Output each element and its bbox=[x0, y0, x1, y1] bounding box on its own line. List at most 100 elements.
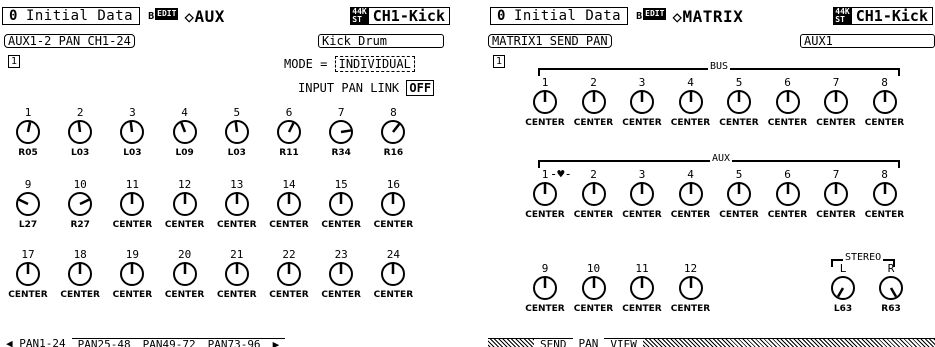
knob-value: CENTER bbox=[670, 304, 711, 314]
pan-knob[interactable]: 6 R11 bbox=[266, 106, 312, 159]
knob-number: 12 bbox=[177, 178, 192, 191]
pan-knob[interactable]: 3 CENTER bbox=[619, 168, 665, 221]
pan-knob[interactable]: R R63 bbox=[868, 262, 914, 315]
flag-b: B bbox=[148, 10, 155, 22]
pan-knob[interactable]: 2 L03 bbox=[57, 106, 103, 159]
pan-knob[interactable]: 18 CENTER bbox=[57, 248, 103, 301]
knob-dial-icon bbox=[879, 276, 903, 300]
knob-number: 18 bbox=[73, 248, 87, 261]
pan-knob[interactable]: 4 L09 bbox=[162, 106, 208, 159]
knob-value: CENTER bbox=[816, 210, 856, 220]
knob-pointer bbox=[234, 121, 239, 133]
pan-knob[interactable]: 5 L03 bbox=[214, 106, 260, 159]
pan-knob[interactable]: 2 CENTER bbox=[571, 76, 617, 129]
knob-pointer bbox=[129, 121, 134, 133]
mode-select[interactable]: INDIVIDUAL bbox=[334, 56, 415, 72]
pan-knob[interactable]: 3 L03 bbox=[109, 106, 155, 159]
pan-knob[interactable]: 12 CENTER bbox=[668, 262, 714, 315]
knob-number: 6 bbox=[285, 106, 293, 119]
knob-value: CENTER bbox=[622, 118, 662, 128]
knob-number: 15 bbox=[334, 178, 348, 191]
pan-knob[interactable]: 9 L27 bbox=[5, 178, 51, 231]
pan-knob[interactable]: 12 CENTER bbox=[162, 178, 208, 231]
pan-knob[interactable]: 10 R27 bbox=[57, 178, 103, 231]
tab-filler-left bbox=[488, 338, 534, 347]
knob-value: R11 bbox=[279, 148, 299, 158]
knob-dial-icon bbox=[172, 120, 197, 144]
knob-dial-icon bbox=[727, 90, 751, 114]
edit-flags: B EDIT bbox=[148, 7, 179, 25]
tab-pan1-24[interactable]: ◀ PAN1-24 bbox=[0, 338, 72, 347]
pan-knob[interactable]: 17 CENTER bbox=[5, 248, 51, 301]
pan-knob[interactable]: L L63 bbox=[820, 262, 866, 315]
pan-knob[interactable]: 23 CENTER bbox=[318, 248, 364, 301]
pan-knob[interactable]: 3 CENTER bbox=[619, 76, 665, 129]
knob-number: 1 bbox=[24, 106, 32, 119]
pan-knob[interactable]: 1 R05 bbox=[5, 106, 51, 159]
knob-value: CENTER bbox=[321, 220, 361, 230]
knob-dial-icon bbox=[824, 182, 848, 206]
tab-send[interactable]: SEND bbox=[534, 338, 573, 347]
knob-value: CENTER bbox=[864, 210, 905, 220]
knob-dial-icon bbox=[68, 262, 93, 286]
scene-indicator[interactable]: 0 Initial Data bbox=[490, 7, 629, 25]
knob-dial-icon bbox=[727, 182, 751, 206]
page-title: AUX1-2 PAN CH1-24 bbox=[4, 34, 135, 48]
knob-value: L63 bbox=[833, 304, 853, 314]
pan-knob[interactable]: 24 CENTER bbox=[370, 248, 416, 301]
knob-value: CENTER bbox=[573, 118, 614, 128]
knob-number: 4 bbox=[687, 76, 694, 89]
tab-pan25-48[interactable]: PAN25-48 bbox=[71, 338, 137, 347]
pan-knob[interactable]: 20 CENTER bbox=[162, 248, 208, 301]
pan-knob[interactable]: 16 CENTER bbox=[370, 178, 416, 231]
pan-knob[interactable]: 7 CENTER bbox=[813, 168, 859, 221]
function-title: ◇AUX bbox=[184, 6, 225, 26]
pan-knob[interactable]: 13 CENTER bbox=[214, 178, 260, 231]
pan-knob[interactable]: 8 CENTER bbox=[862, 168, 908, 221]
tab-pan[interactable]: PAN bbox=[573, 338, 605, 347]
knob-value: CENTER bbox=[373, 290, 414, 300]
pan-knob[interactable]: 1 CENTER bbox=[522, 76, 568, 129]
pan-knob[interactable]: 6 CENTER bbox=[765, 76, 811, 129]
pan-knob[interactable]: 22 CENTER bbox=[266, 248, 312, 301]
knob-dial-icon bbox=[172, 192, 197, 216]
pan-knob[interactable]: 19 CENTER bbox=[109, 248, 155, 301]
knob-value: CENTER bbox=[373, 220, 414, 230]
knob-value: L03 bbox=[71, 148, 90, 158]
pan-knob[interactable]: 11 CENTER bbox=[109, 178, 155, 231]
pan-knob[interactable]: 7 R34 bbox=[318, 106, 364, 159]
pan-knob[interactable]: 15 CENTER bbox=[318, 178, 364, 231]
stereo-link-icon: -♥- bbox=[550, 167, 572, 181]
pan-knob[interactable]: 14 CENTER bbox=[266, 178, 312, 231]
tab-pan73-96[interactable]: PAN73-96 bbox=[201, 338, 267, 347]
pan-knob[interactable]: 2 CENTER bbox=[571, 168, 617, 221]
edit-flags: B EDIT bbox=[636, 7, 667, 25]
pan-knob[interactable]: 8 CENTER bbox=[862, 76, 908, 129]
pan-knob[interactable]: 4 CENTER bbox=[668, 168, 714, 221]
knob-value: CENTER bbox=[670, 210, 711, 220]
pan-knob[interactable]: 5 CENTER bbox=[716, 76, 762, 129]
knob-number: 7 bbox=[337, 106, 345, 119]
pan-knob[interactable]: 21 CENTER bbox=[214, 248, 260, 301]
pan-knob[interactable]: 5 CENTER bbox=[716, 168, 762, 221]
pan-knob[interactable]: 9 CENTER bbox=[522, 262, 568, 315]
pan-knob[interactable]: 6 CENTER bbox=[765, 168, 811, 221]
tab-pan49-72[interactable]: PAN49-72 bbox=[136, 338, 202, 347]
knob-number: 3 bbox=[638, 76, 646, 89]
scene-indicator[interactable]: 0 Initial Data bbox=[2, 7, 141, 25]
knob-dial-icon bbox=[16, 262, 40, 286]
mode-label: MODE = bbox=[284, 57, 328, 71]
tab-view[interactable]: VIEW bbox=[604, 338, 643, 347]
knob-dial-icon bbox=[16, 120, 40, 144]
pan-knob[interactable]: 4 CENTER bbox=[668, 76, 714, 129]
input-pan-link-toggle[interactable]: OFF bbox=[406, 80, 435, 96]
knob-dial-icon bbox=[630, 182, 654, 206]
pan-knob[interactable]: 11 CENTER bbox=[619, 262, 665, 315]
tab-next[interactable]: ▶ bbox=[266, 338, 286, 347]
knob-dial-icon bbox=[224, 120, 249, 144]
tab-bar: ◀ PAN1-24 PAN25-48 PAN49-72 PAN73-96 ▶ bbox=[0, 338, 452, 347]
pan-knob[interactable]: 8 R16 bbox=[370, 106, 416, 159]
pan-knob[interactable]: 10 CENTER bbox=[571, 262, 617, 315]
function-title: ◇MATRIX bbox=[672, 6, 744, 26]
pan-knob[interactable]: 7 CENTER bbox=[813, 76, 859, 129]
